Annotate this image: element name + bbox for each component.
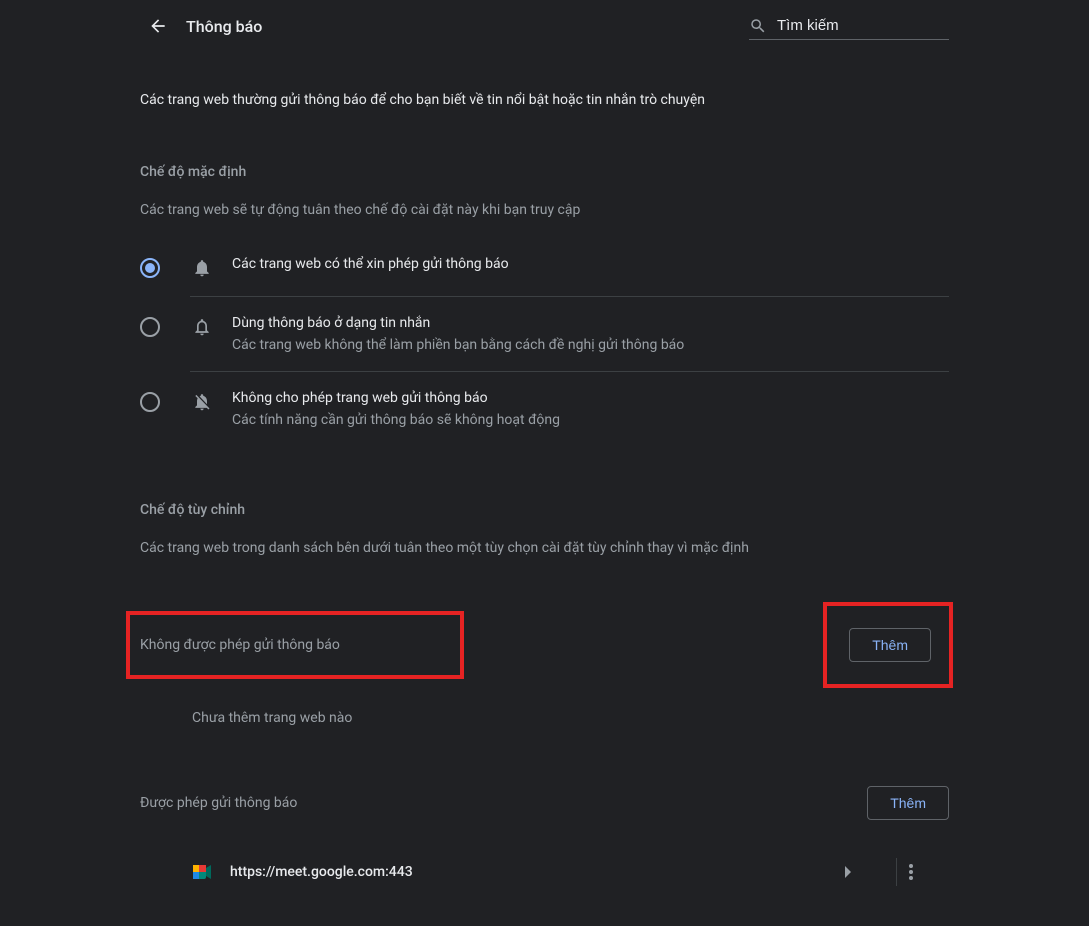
site-url: https://meet.google.com:443	[230, 864, 844, 880]
search-icon	[749, 17, 767, 35]
site-more-button[interactable]	[909, 864, 949, 880]
search-input[interactable]	[777, 17, 927, 34]
option-sub: Các trang web không thể làm phiền bạn bằ…	[232, 337, 949, 353]
arrow-back-icon	[148, 16, 168, 36]
more-vert-icon	[909, 864, 913, 880]
allowed-site-row[interactable]: https://meet.google.com:443	[140, 840, 949, 886]
meet-icon	[192, 862, 212, 882]
add-allow-button[interactable]: Thêm	[867, 786, 949, 820]
default-heading: Chế độ mặc định	[140, 164, 949, 180]
custom-heading: Chế độ tùy chỉnh	[140, 502, 949, 518]
page-title: Thông báo	[186, 17, 262, 36]
radio-option-ask[interactable]: Các trang web có thể xin phép gửi thông …	[140, 238, 949, 296]
bell-outline-icon	[190, 315, 214, 337]
option-title: Dùng thông báo ở dạng tin nhắn	[232, 315, 949, 331]
radio-option-quiet[interactable]: Dùng thông báo ở dạng tin nhắn Các trang…	[190, 296, 949, 371]
site-expand-button[interactable]	[844, 866, 884, 878]
bell-icon	[190, 256, 214, 278]
radio-option-block[interactable]: Không cho phép trang web gửi thông báo C…	[190, 371, 949, 446]
search-field[interactable]	[749, 13, 949, 40]
radio-button[interactable]	[140, 258, 160, 278]
option-title: Không cho phép trang web gửi thông báo	[232, 390, 949, 406]
block-add-box: Thêm	[827, 606, 949, 684]
back-button[interactable]	[140, 8, 176, 44]
add-block-button[interactable]: Thêm	[849, 628, 931, 662]
option-sub: Các tính năng cần gửi thông báo sẽ không…	[232, 412, 949, 428]
radio-button[interactable]	[140, 392, 160, 412]
block-empty: Chưa thêm trang web nào	[192, 710, 949, 726]
default-sub: Các trang web sẽ tự động tuân theo chế đ…	[140, 202, 949, 218]
intro-text: Các trang web thường gửi thông báo để ch…	[140, 92, 949, 108]
allow-label: Được phép gửi thông báo	[140, 795, 297, 811]
bell-off-icon	[190, 390, 214, 412]
block-label: Không được phép gửi thông báo	[140, 637, 340, 653]
custom-sub: Các trang web trong danh sách bên dưới t…	[140, 540, 949, 556]
block-label-box: Không được phép gửi thông báo	[130, 615, 460, 675]
divider	[896, 858, 897, 886]
option-title: Các trang web có thể xin phép gửi thông …	[232, 256, 949, 272]
chevron-right-icon	[844, 866, 854, 878]
radio-button[interactable]	[140, 317, 160, 337]
